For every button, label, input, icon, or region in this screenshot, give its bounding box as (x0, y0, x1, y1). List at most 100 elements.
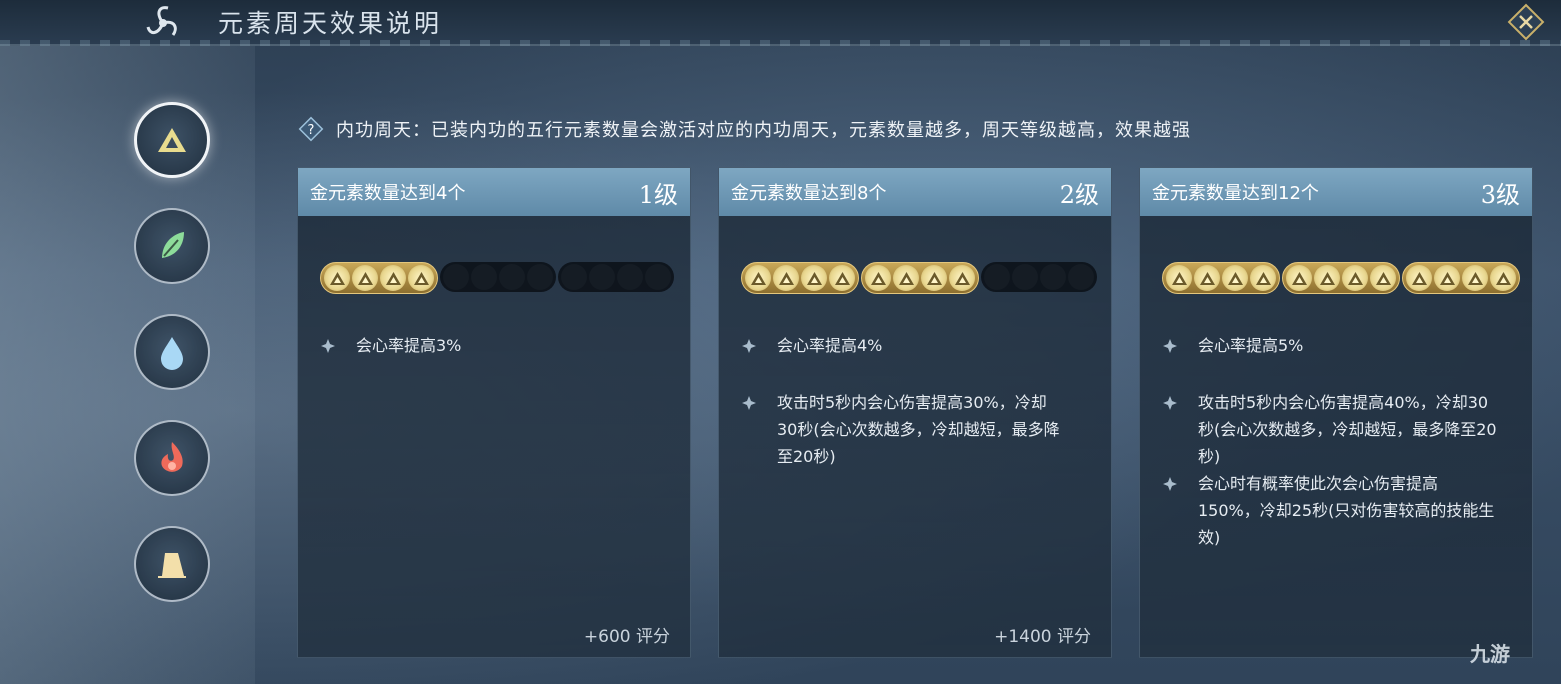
element-tab-fire[interactable] (134, 420, 210, 496)
metal-pip-filled (408, 265, 434, 291)
score-text: +600 评分 (583, 627, 670, 647)
metal-pip-filled (949, 265, 975, 291)
card-level: 1级 (638, 180, 678, 209)
effect-item: 攻击时5秒内会心伤害提高30%，冷却30秒(会心次数越多，冷却越短，最多降至20… (741, 389, 1091, 470)
metal-pip-filled (1286, 265, 1312, 291)
effect-item: 会心率提高5% (1162, 332, 1512, 359)
svg-text:?: ? (308, 123, 315, 138)
flame-icon (161, 442, 183, 472)
pip-group (1282, 262, 1400, 294)
metal-pip-empty (1040, 264, 1066, 290)
pip-group (320, 262, 438, 294)
metal-pip-filled (773, 265, 799, 291)
effect-text: 会心时有概率使此次会心伤害提高150%，冷却25秒(只对伤害较高的技能生效) (1198, 474, 1495, 547)
pip-group (861, 262, 979, 294)
metal-pip-filled (801, 265, 827, 291)
effect-text: 会心率提高5% (1198, 336, 1304, 355)
metal-pip-empty (527, 264, 553, 290)
element-count-bar (320, 262, 676, 294)
metal-pip-filled (1490, 265, 1516, 291)
metal-pip-filled (1222, 265, 1248, 291)
score-text: +1400 评分 (994, 627, 1091, 647)
metal-pip-filled (324, 265, 350, 291)
element-tab-water[interactable] (134, 314, 210, 390)
info-text: 内功周天：已装内功的五行元素数量会激活对应的内功周天，元素数量越多，周天等级越高… (336, 120, 1191, 141)
effect-list: 会心率提高5% 攻击时5秒内会心伤害提高40%，冷却30秒(会心次数越多，冷却越… (1162, 332, 1512, 551)
metal-pip-empty (471, 264, 497, 290)
card-header: 金元素数量达到8个 2级 (719, 168, 1111, 216)
metal-pip-filled (1370, 265, 1396, 291)
pip-group (981, 262, 1097, 292)
element-tab-earth[interactable] (134, 526, 210, 602)
bullet-icon (742, 396, 756, 410)
metal-pip-empty (443, 264, 469, 290)
metal-pip-filled (1434, 265, 1460, 291)
water-drop-icon (161, 337, 183, 370)
bullet-icon (1163, 339, 1177, 353)
page-title: 元素周天效果说明 (218, 9, 443, 38)
metal-pip-filled (1406, 265, 1432, 291)
element-sidebar (0, 46, 255, 684)
card-condition: 金元素数量达到12个 (1152, 183, 1319, 204)
effect-list: 会心率提高3% (320, 332, 670, 389)
card-level: 3级 (1480, 180, 1520, 209)
metal-pip-filled (745, 265, 771, 291)
effect-text: 会心率提高4% (777, 336, 883, 355)
card-header: 金元素数量达到4个 1级 (298, 168, 690, 216)
info-row: ? 内功周天：已装内功的五行元素数量会激活对应的内功周天，元素数量越多，周天等级… (298, 113, 1191, 145)
bullet-icon (1163, 396, 1177, 410)
element-tab-wood[interactable] (134, 208, 210, 284)
metal-pip-filled (1194, 265, 1220, 291)
question-icon[interactable]: ? (298, 116, 324, 142)
metal-pip-filled (921, 265, 947, 291)
element-count-bar (741, 262, 1099, 294)
metal-pip-empty (561, 264, 587, 290)
effect-item: 攻击时5秒内会心伤害提高40%，冷却30秒(会心次数越多，冷却越短，最多降至20… (1162, 389, 1512, 470)
pip-group (1402, 262, 1520, 294)
effect-item: 会心时有概率使此次会心伤害提高150%，冷却25秒(只对伤害较高的技能生效) (1162, 470, 1512, 551)
effect-text: 会心率提高3% (356, 336, 462, 355)
watermark-logo: 九游 (1470, 642, 1510, 666)
metal-pip-empty (589, 264, 615, 290)
effect-list: 会心率提高4% 攻击时5秒内会心伤害提高30%，冷却30秒(会心次数越多，冷却越… (741, 332, 1091, 500)
leaf-icon (162, 232, 184, 258)
metal-pip-filled (1342, 265, 1368, 291)
metal-pip-empty (645, 264, 671, 290)
effect-item: 会心率提高4% (741, 332, 1091, 359)
close-icon[interactable] (1506, 2, 1546, 42)
pip-group (558, 262, 674, 292)
metal-pip-filled (352, 265, 378, 291)
metal-pip-filled (380, 265, 406, 291)
rock-icon (158, 553, 186, 578)
bullet-icon (742, 339, 756, 353)
pip-group (1162, 262, 1280, 294)
pip-group (741, 262, 859, 294)
metal-pip-filled (1462, 265, 1488, 291)
card-condition: 金元素数量达到8个 (731, 183, 887, 204)
level-card-1: 金元素数量达到4个 1级 会心率提高3% +600 评分 (297, 167, 691, 658)
metal-pip-empty (984, 264, 1010, 290)
effect-text: 攻击时5秒内会心伤害提高30%，冷却30秒(会心次数越多，冷却越短，最多降至20… (777, 393, 1060, 466)
bullet-icon (1163, 477, 1177, 491)
metal-pip-empty (1012, 264, 1038, 290)
card-header: 金元素数量达到12个 3级 (1140, 168, 1532, 216)
card-level: 2级 (1059, 180, 1099, 209)
metal-pip-filled (1314, 265, 1340, 291)
metal-pip-filled (893, 265, 919, 291)
effect-item: 会心率提高3% (320, 332, 670, 359)
metal-pip-empty (617, 264, 643, 290)
card-condition: 金元素数量达到4个 (310, 183, 466, 204)
metal-pip-empty (499, 264, 525, 290)
metal-pip-empty (1068, 264, 1094, 290)
level-card-3: 金元素数量达到12个 3级 会心率提高5% 攻击时5秒内会心伤害提高40%，冷却… (1139, 167, 1533, 658)
bullet-icon (321, 339, 335, 353)
metal-pip-filled (865, 265, 891, 291)
element-count-bar (1162, 262, 1522, 294)
metal-pip-filled (829, 265, 855, 291)
effect-text: 攻击时5秒内会心伤害提高40%，冷却30秒(会心次数越多，冷却越短，最多降至20… (1198, 393, 1497, 466)
element-tab-metal[interactable] (134, 102, 210, 178)
metal-triangle-icon (158, 128, 186, 152)
level-card-2: 金元素数量达到8个 2级 会心率提高4% 攻击时5秒内会心伤害提高30%，冷却3… (718, 167, 1112, 658)
metal-pip-filled (1250, 265, 1276, 291)
emblem-icon (146, 6, 177, 36)
